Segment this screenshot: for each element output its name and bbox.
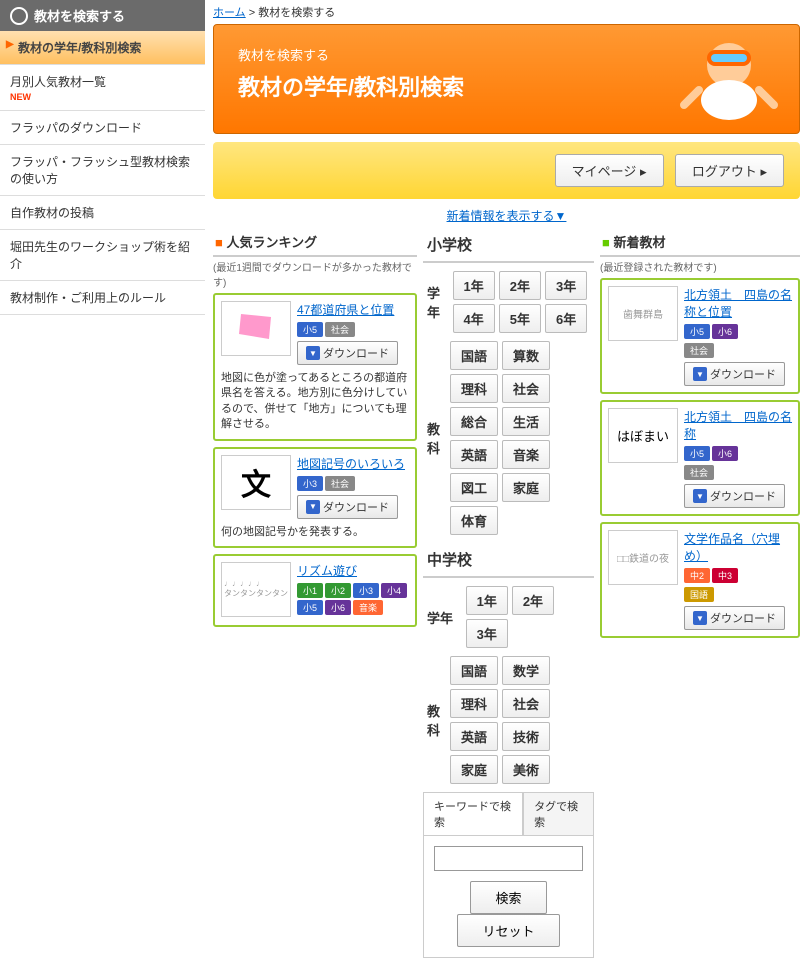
grade-option[interactable]: 6年 (545, 304, 587, 333)
subject-option[interactable]: 技術 (502, 722, 550, 751)
subject-label: 教科 (427, 701, 440, 739)
grade-option[interactable]: 5年 (499, 304, 541, 333)
download-button[interactable]: ダウンロード (684, 362, 785, 386)
grade-option[interactable]: 4年 (453, 304, 495, 333)
new-sub: (最近登録された教材です) (600, 259, 800, 274)
grade-option[interactable]: 2年 (499, 271, 541, 300)
card-title-link[interactable]: リズム遊び (297, 562, 409, 579)
thumb: 歯舞群島 (608, 286, 678, 341)
subject-option[interactable]: 理科 (450, 374, 498, 403)
subject-option[interactable]: 英語 (450, 440, 498, 469)
thumb: 文 (221, 455, 291, 510)
subject-option[interactable]: 音楽 (502, 440, 550, 469)
new-card: □□鉄道の夜 文学作品名（穴埋め） 中2中3 国語 ダウンロード (600, 522, 800, 638)
menu-rules[interactable]: 教材制作・ご利用上のルール (0, 281, 205, 315)
card-title-link[interactable]: 地図記号のいろいろ (297, 455, 409, 472)
thumb: はぼまい (608, 408, 678, 463)
new-badge: NEW (10, 92, 195, 102)
breadcrumb-home[interactable]: ホーム (213, 7, 246, 19)
ranking-card: ♩♩♩♩♩タンタンタンタン リズム遊び 小1小2小3小4小5小6音楽 (213, 554, 417, 627)
ranking-title: 人気ランキング (213, 228, 417, 257)
grade-option[interactable]: 3年 (545, 271, 587, 300)
subject-option[interactable]: 図工 (450, 473, 498, 502)
menu-howto[interactable]: フラッパ・フラッシュ型教材検索の使い方 (0, 145, 205, 196)
breadcrumb: ホーム > 教材を検索する (213, 0, 800, 24)
new-title: 新着教材 (600, 228, 800, 257)
subject-option[interactable]: 社会 (502, 689, 550, 718)
menu-label: 月別人気教材一覧 (10, 75, 106, 89)
grade-label: 学年 (427, 608, 456, 627)
grade-option[interactable]: 1年 (466, 586, 508, 615)
thumb (221, 301, 291, 356)
ranking-sub: (最近1週間でダウンロードが多かった教材です) (213, 259, 417, 289)
elementary-title: 小学校 (423, 228, 594, 263)
new-card: はぼまい 北方領土 四島の名称 小5小6 社会 ダウンロード (600, 400, 800, 516)
subject-option[interactable]: 家庭 (502, 473, 550, 502)
card-title-link[interactable]: 北方領土 四島の名称と位置 (684, 286, 792, 320)
download-button[interactable]: ダウンロード (684, 484, 785, 508)
subject-option[interactable]: 算数 (502, 341, 550, 370)
menu-submit[interactable]: 自作教材の投稿 (0, 196, 205, 230)
card-title-link[interactable]: 文学作品名（穴埋め） (684, 530, 792, 564)
tags: 小5社会 (297, 322, 409, 337)
menu-flapper-dl[interactable]: フラッパのダウンロード (0, 111, 205, 145)
thumb: ♩♩♩♩♩タンタンタンタン (221, 562, 291, 617)
junior-title: 中学校 (423, 543, 594, 578)
menu-monthly[interactable]: 月別人気教材一覧 NEW (0, 65, 205, 111)
ranking-card: 文 地図記号のいろいろ 小3社会 ダウンロード 何の地図記号かを発表する。 (213, 447, 417, 548)
subject-option[interactable]: 生活 (502, 407, 550, 436)
menu-grade-subject[interactable]: 教材の学年/教科別検索 (0, 31, 205, 65)
sidebar-header: 教材を検索する (0, 0, 205, 31)
search-input[interactable] (434, 846, 583, 871)
new-info-bar: 新着情報を表示する▼ (213, 203, 800, 228)
subject-option[interactable]: 国語 (450, 341, 498, 370)
menu-workshop[interactable]: 堀田先生のワークショップ術を紹介 (0, 230, 205, 281)
grade-label: 学年 (427, 283, 443, 321)
card-desc: 何の地図記号かを発表する。 (221, 525, 409, 540)
subject-option[interactable]: 総合 (450, 407, 498, 436)
card-desc: 地図に色が塗ってあるところの都道府県名を答える。地方別に色分けしているので、併せ… (221, 371, 409, 433)
new-card: 歯舞群島 北方領土 四島の名称と位置 小5小6 社会 ダウンロード (600, 278, 800, 394)
subject-option[interactable]: 社会 (502, 374, 550, 403)
search-button[interactable]: 検索 (470, 881, 546, 914)
subject-option[interactable]: 数学 (502, 656, 550, 685)
thumb: □□鉄道の夜 (608, 530, 678, 585)
grade-option[interactable]: 2年 (512, 586, 554, 615)
subject-option[interactable]: 国語 (450, 656, 498, 685)
mascot-icon (669, 30, 789, 130)
download-button[interactable]: ダウンロード (684, 606, 785, 630)
subject-option[interactable]: 美術 (502, 755, 550, 784)
logout-button[interactable]: ログアウト ▸ (675, 154, 784, 187)
new-info-link[interactable]: 新着情報を表示する▼ (447, 209, 567, 223)
card-title-link[interactable]: 47都道府県と位置 (297, 301, 409, 318)
hero-banner: 教材を検索する 教材の学年/教科別検索 (213, 24, 800, 134)
subject-label: 教科 (427, 419, 440, 457)
ranking-card: 47都道府県と位置 小5社会 ダウンロード 地図に色が塗ってあるところの都道府県… (213, 293, 417, 441)
tab-tag[interactable]: タグで検索 (523, 792, 594, 835)
reset-button[interactable]: リセット (457, 914, 559, 947)
subject-option[interactable]: 体育 (450, 506, 498, 535)
download-button[interactable]: ダウンロード (297, 341, 398, 365)
download-button[interactable]: ダウンロード (297, 495, 398, 519)
mypage-button[interactable]: マイページ ▸ (555, 154, 664, 187)
subject-option[interactable]: 英語 (450, 722, 498, 751)
grade-option[interactable]: 1年 (453, 271, 495, 300)
tab-keyword[interactable]: キーワードで検索 (423, 792, 523, 835)
card-title-link[interactable]: 北方領土 四島の名称 (684, 408, 792, 442)
subject-option[interactable]: 家庭 (450, 755, 498, 784)
action-bar: マイページ ▸ ログアウト ▸ (213, 142, 800, 199)
subject-option[interactable]: 理科 (450, 689, 498, 718)
breadcrumb-current: 教材を検索する (258, 7, 335, 19)
